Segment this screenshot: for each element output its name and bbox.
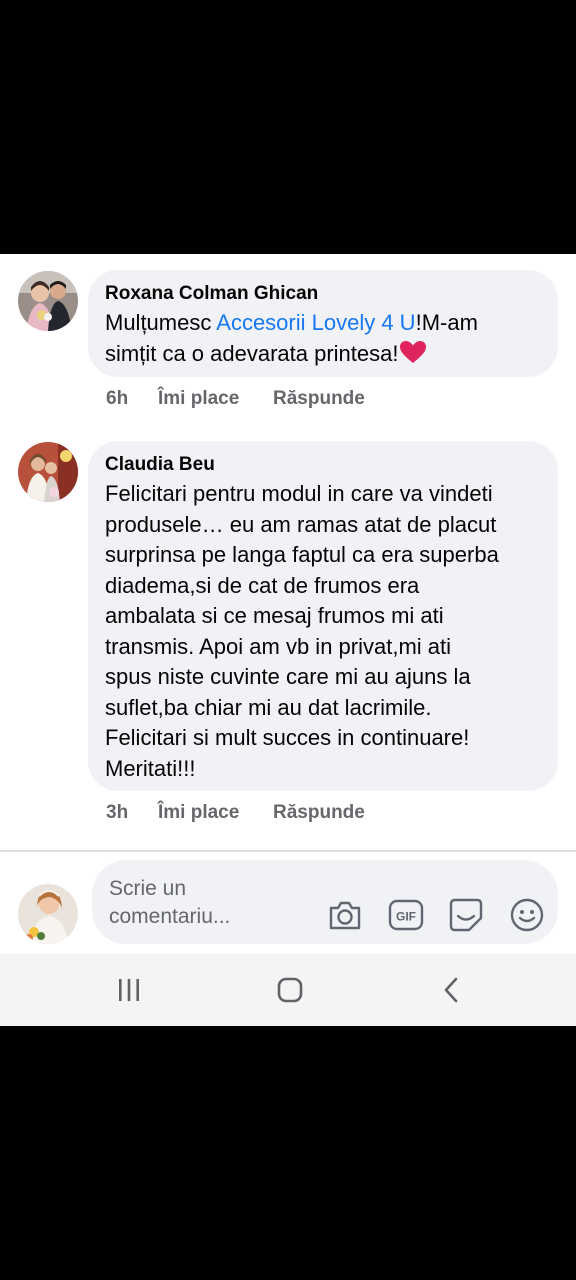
gif-icon[interactable]: GIF: [387, 896, 425, 934]
current-user-avatar: [18, 884, 78, 944]
emoji-icon[interactable]: [508, 896, 546, 934]
comment-input-placeholder: Scrie un comentariu...: [109, 875, 230, 931]
comment-line: Felicitari pentru modul in care va vinde…: [105, 481, 493, 506]
sticker-icon[interactable]: [447, 896, 485, 934]
comment-line: produsele… eu am ramas atat de placut: [105, 511, 497, 537]
comment-text-prefix: Mulțumesc: [105, 310, 217, 335]
camera-icon[interactable]: [326, 896, 364, 934]
home-icon[interactable]: [272, 972, 308, 1008]
heart-emoji-icon: [399, 340, 427, 364]
comment-text: Felicitari pentru modul in care va vinde…: [105, 479, 545, 784]
comments-screen: Roxana Colman Ghican Mulțumesc Accesorii…: [0, 254, 576, 1026]
recent-apps-icon[interactable]: [111, 972, 147, 1008]
comment-line: suflet,ba chiar mi au dat lacrimile.: [105, 694, 432, 720]
placeholder-line: comentariu...: [109, 905, 231, 928]
svg-text:GIF: GIF: [396, 910, 416, 924]
composer-divider: [0, 850, 576, 852]
reply-button[interactable]: Răspunde: [273, 802, 365, 824]
comment-time: 3h: [106, 802, 129, 823]
system-navigation-bar: [0, 954, 576, 1026]
comment-line: spus niste cuvinte care mi au ajuns la: [105, 664, 471, 689]
comment-line: Felicitari si mult succes in continuare!: [105, 725, 470, 750]
placeholder-line: Scrie un: [109, 877, 187, 900]
reply-button[interactable]: Răspunde: [273, 388, 365, 410]
avatar-claudia[interactable]: [18, 442, 78, 502]
comment-author[interactable]: Claudia Beu: [105, 454, 215, 476]
comment-time: 6h: [106, 388, 129, 409]
comment-actions: 3h Îmi place Răspunde: [106, 802, 506, 826]
comment-author[interactable]: Roxana Colman Ghican: [105, 283, 318, 305]
comment-input[interactable]: Scrie un comentariu...: [92, 860, 558, 944]
comment-line: surprinsa pe langa faptul ca era superba: [105, 542, 499, 567]
like-button[interactable]: Îmi place: [158, 802, 239, 824]
comment-line: diadema,si de cat de frumos era: [105, 572, 420, 598]
page-mention-link[interactable]: Accesorii Lovely 4 U: [216, 310, 415, 335]
comment-line: transmis. Apoi am vb in privat,mi ati: [105, 633, 452, 659]
comment-actions: 6h Îmi place Răspunde: [106, 388, 506, 412]
avatar-roxana[interactable]: [18, 271, 78, 331]
back-icon[interactable]: [434, 972, 470, 1008]
comment-text: Mulțumesc Accesorii Lovely 4 U!M-am simț…: [105, 308, 535, 369]
comment-line: ambalata si ce mesaj frumos mi ati: [105, 603, 444, 628]
like-button[interactable]: Îmi place: [158, 388, 239, 410]
comment-line: Meritati!!!: [105, 755, 196, 781]
